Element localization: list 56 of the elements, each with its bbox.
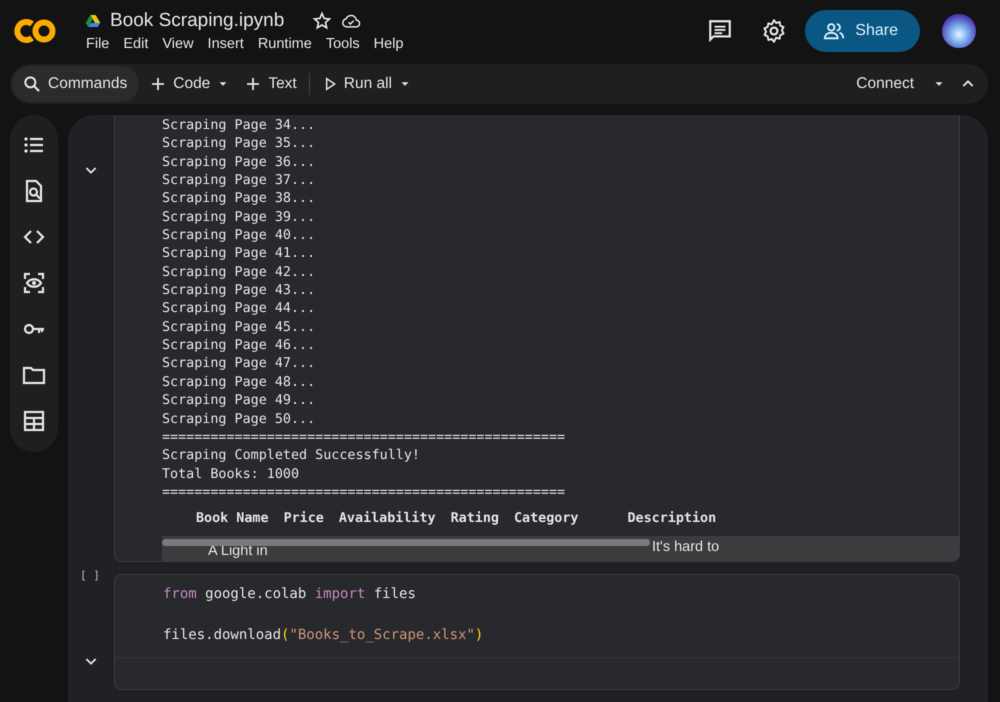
column-header: Price: [284, 510, 324, 528]
code-line: files.download("Books_to_Scrape.xlsx"): [163, 626, 484, 644]
notebook-title[interactable]: Book Scraping.ipynb: [110, 10, 284, 32]
output-line: Scraping Page 49...: [162, 392, 316, 410]
star-icon[interactable]: [312, 11, 332, 31]
output-line: ==================================================: [162, 484, 566, 502]
eye-icon[interactable]: [22, 271, 46, 295]
menu-item[interactable]: Edit: [116, 36, 156, 52]
output-line: Scraping Page 34...: [162, 117, 316, 135]
column-header: Description: [628, 510, 716, 528]
run-prompt[interactable]: [ ]: [80, 569, 100, 582]
comment-icon[interactable]: [707, 18, 734, 44]
column-header: Book Name: [196, 510, 269, 528]
output-line: Scraping Page 46...: [162, 337, 316, 356]
share-button[interactable]: Share: [805, 10, 920, 52]
output-line: Scraping Page 39...: [162, 208, 316, 227]
output-line: Scraping Page 37...: [162, 172, 316, 190]
output-line: Scraping Page 45...: [162, 318, 316, 337]
output-line: Scraping Page 43...: [162, 282, 316, 300]
output-line: Scraping Page 44...: [162, 300, 316, 318]
output-line: Scraping Page 41...: [162, 245, 316, 264]
command-palette-button[interactable]: Commands: [12, 66, 140, 102]
output-line: Scraping Page 42...: [162, 264, 316, 282]
code-line: from google.colab import files: [163, 585, 416, 603]
code-editor[interactable]: from google.colab import files files.download("Books_to_Scrape.xlsx"): [114, 574, 960, 690]
add-cell-button[interactable]: Code: [143, 66, 216, 102]
output-line: ==================================================: [162, 428, 566, 447]
menu-item[interactable]: Tools: [318, 36, 367, 52]
column-header: Category: [514, 510, 578, 528]
menu-item[interactable]: File: [84, 36, 116, 52]
output-line: Scraping Page 40...: [162, 227, 316, 246]
scrollbar[interactable]: [162, 539, 650, 546]
app-logo[interactable]: [12, 16, 58, 46]
output-line: Scraping Completed Successfully!: [162, 447, 420, 466]
settings-icon[interactable]: [761, 18, 788, 44]
column-header: Availability: [338, 510, 436, 528]
output-line: Scraping Page 38...: [162, 190, 316, 208]
drive-icon: [84, 13, 102, 29]
menu-item[interactable]: View: [155, 36, 201, 52]
output-line: Scraping Page 35...: [162, 135, 316, 154]
avatar[interactable]: [942, 14, 976, 48]
output-line: Scraping Page 48...: [162, 374, 316, 392]
table-icon[interactable]: [22, 409, 46, 433]
output-line: Scraping Page 36...: [162, 154, 316, 172]
table-cell: It's hard to: [652, 539, 720, 556]
output-line: Total Books: 1000: [162, 466, 300, 484]
search-icon: [22, 74, 42, 94]
menu-item[interactable]: Insert: [200, 36, 251, 52]
menu-item[interactable]: Help: [366, 36, 410, 52]
connect-button[interactable]: Connect: [850, 66, 920, 102]
output-line: Scraping Page 47...: [162, 355, 316, 374]
add-cell-button[interactable]: Text: [238, 66, 303, 102]
output-line: Scraping Page 50...: [162, 410, 316, 428]
column-header: Rating: [450, 510, 499, 528]
run-all-button[interactable]: Run all: [316, 66, 398, 102]
menu-item[interactable]: Runtime: [250, 36, 319, 52]
